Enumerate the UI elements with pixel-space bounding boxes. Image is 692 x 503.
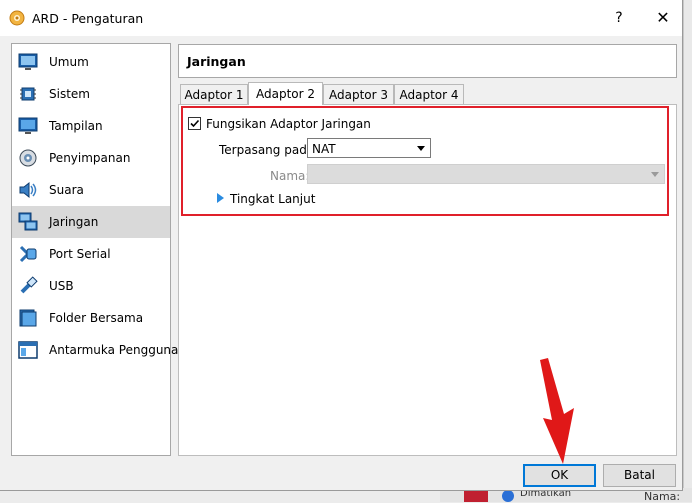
close-button[interactable]: ✕ [650, 5, 676, 31]
adapter-name-select [307, 164, 665, 184]
disk-icon [19, 149, 37, 167]
section-header: Jaringan [178, 44, 677, 78]
settings-sidebar: Umum Sistem Tampilan Penyimpanan Suara J… [11, 43, 178, 456]
sidebar-item-sistem[interactable]: Sistem [12, 78, 170, 110]
attached-to-label: Terpasang pada: [219, 143, 319, 157]
window-icon [18, 341, 38, 359]
sidebar-item-label: Folder Bersama [49, 311, 144, 325]
sidebar-item-tampilan[interactable]: Tampilan [12, 110, 170, 142]
sidebar-item-label: Sistem [49, 87, 90, 101]
attached-to-value: NAT [312, 142, 336, 156]
sidebar-item-label: Umum [49, 55, 89, 69]
chevron-down-icon [651, 172, 659, 177]
tab-adaptor-3[interactable]: Adaptor 3 [323, 84, 394, 105]
advanced-toggle[interactable]: Tingkat Lanjut [230, 192, 315, 206]
chevron-down-icon [417, 146, 425, 151]
enable-adapter-checkbox[interactable] [188, 117, 201, 130]
sidebar-item-suara[interactable]: Suara [12, 174, 170, 206]
sidebar-item-label: Antarmuka Pengguna [49, 343, 179, 357]
sidebar-item-umum[interactable]: Umum [12, 46, 170, 78]
help-button[interactable]: ? [606, 5, 632, 31]
sidebar-item-label: Suara [49, 183, 84, 197]
sidebar-item-label: Jaringan [49, 215, 99, 229]
sidebar-item-antarmuka-pengguna[interactable]: Antarmuka Pengguna [12, 334, 178, 366]
status-icon [502, 490, 514, 502]
sidebar-item-penyimpanan[interactable]: Penyimpanan [12, 142, 170, 174]
sidebar-item-jaringan[interactable]: Jaringan [12, 206, 170, 238]
network-icon [18, 212, 38, 231]
tab-adaptor-1[interactable]: Adaptor 1 [180, 84, 248, 105]
usb-icon [20, 276, 38, 294]
cancel-button[interactable]: Batal [603, 464, 676, 487]
adapter-name-label: Nama: [270, 169, 310, 183]
serial-port-icon [19, 245, 37, 263]
tab-adaptor-4[interactable]: Adaptor 4 [394, 84, 464, 105]
check-icon [190, 119, 200, 128]
sidebar-item-port-serial[interactable]: Port Serial [12, 238, 170, 270]
monitor-icon [18, 53, 38, 70]
chip-icon [20, 87, 36, 101]
virtualbox-app-icon [9, 10, 25, 26]
display-icon [18, 117, 38, 134]
page-title: Jaringan [187, 54, 246, 69]
sidebar-item-folder-bersama[interactable]: Folder Bersama [12, 302, 170, 334]
sidebar-item-label: Port Serial [49, 247, 111, 261]
window-title: ARD - Pengaturan [32, 11, 144, 26]
folder-icon [19, 309, 37, 327]
speaker-icon [19, 181, 37, 199]
attached-to-select[interactable]: NAT [307, 138, 431, 158]
enable-adapter-label[interactable]: Fungsikan Adaptor Jaringan [206, 117, 371, 131]
background-window-edge [683, 0, 692, 502]
tab-adaptor-2[interactable]: Adaptor 2 [248, 82, 323, 105]
sidebar-item-label: Tampilan [49, 119, 103, 133]
expand-triangle-icon[interactable] [217, 193, 224, 203]
annotation-arrow [540, 358, 574, 464]
sidebar-item-label: USB [49, 279, 74, 293]
title-bar: ARD - Pengaturan ? ✕ [0, 0, 682, 36]
sidebar-item-label: Penyimpanan [49, 151, 131, 165]
sidebar-item-usb[interactable]: USB [12, 270, 170, 302]
background-name-label: Nama: [644, 490, 681, 503]
